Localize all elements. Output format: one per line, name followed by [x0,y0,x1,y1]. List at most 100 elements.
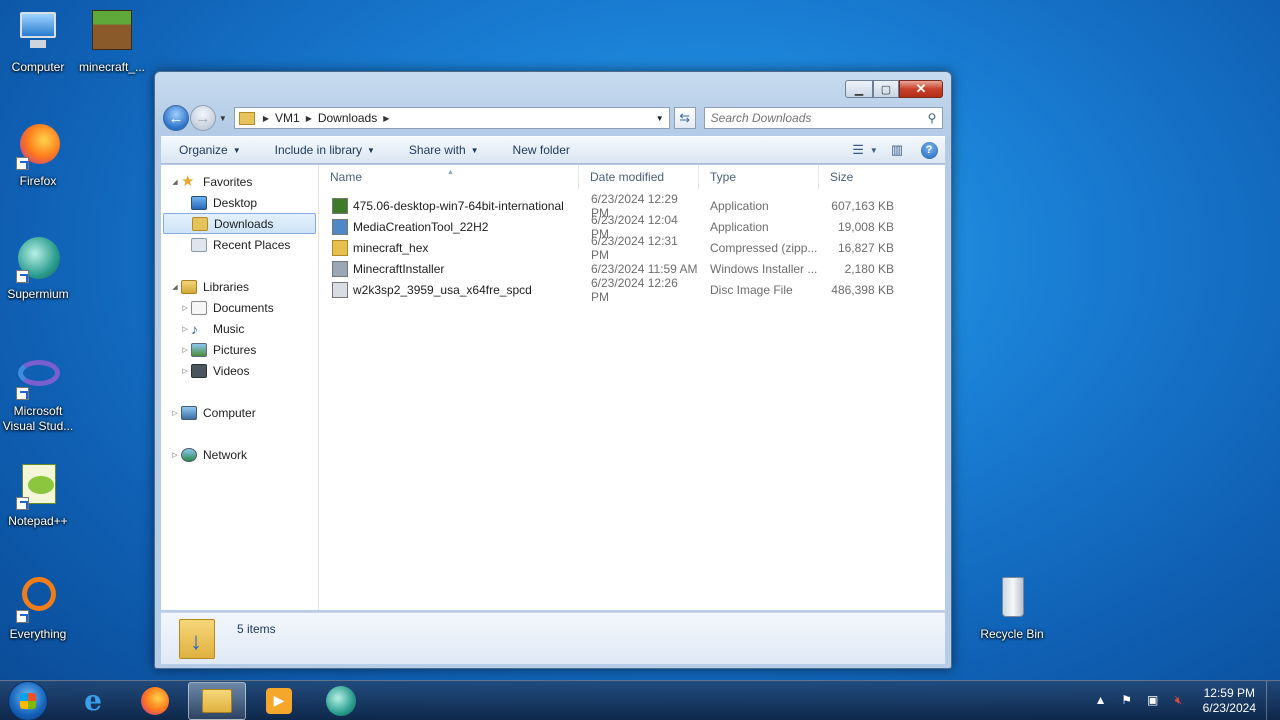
nav-label: Network [203,447,248,462]
clock-date: 6/23/2024 [1202,700,1256,715]
new-folder-button[interactable]: New folder [495,143,586,157]
taskbar-internet-explorer[interactable]: e [64,682,122,720]
nav-downloads[interactable]: Downloads [163,213,316,234]
application-icon [332,218,348,235]
refresh-button[interactable]: ⇆ [673,107,696,129]
expand-arrow-icon[interactable]: ▷ [169,451,181,459]
view-options-icon[interactable]: ☰ ▼ [852,140,878,160]
breadcrumb-vm1[interactable]: VM1 [275,111,300,125]
videos-icon [191,363,207,378]
desktop-icon-recycle-bin[interactable]: Recycle Bin [974,575,1050,642]
start-button[interactable] [8,680,48,720]
file-row[interactable]: w2k3sp2_3959_usa_x64fre_spcd 6/23/2024 1… [319,276,945,304]
taskbar-explorer[interactable] [188,681,246,720]
volume-muted-icon[interactable]: 🔇︎ [1171,693,1187,709]
music-icon: ♪ [191,320,198,337]
collapse-arrow-icon[interactable]: ◢ [169,178,181,186]
pictures-icon [191,342,207,357]
desktop-icon-supermium[interactable]: Supermium [0,235,76,302]
organize-button[interactable]: Organize ▼ [161,143,257,157]
zip-folder-icon [332,239,348,256]
clock[interactable]: 12:59 PM 6/23/2024 [1203,686,1256,716]
everything-icon [14,575,62,623]
desktop-icon-computer[interactable]: Computer [0,8,76,75]
expand-arrow-icon[interactable]: ▷ [179,367,191,375]
firefox-icon [14,122,62,170]
forward-button[interactable]: → [189,105,216,131]
include-in-library-button[interactable]: Include in library ▼ [257,143,391,157]
column-header-size[interactable]: Size [819,165,899,189]
taskbar-supermium[interactable] [312,682,370,720]
desktop-icon-label: Firefox [19,174,57,188]
nav-videos[interactable]: ▷ Videos [161,360,318,381]
recent-pages-dropdown[interactable]: ▼ [216,114,230,123]
desktop-icon-visual-studio[interactable]: Microsoft Visual Stud... [0,352,76,434]
nav-network[interactable]: ▷ Network [161,444,318,465]
forward-arrow-icon: → [195,109,211,127]
address-bar[interactable]: ▶ VM1 ▶ Downloads ▶ ▼ [233,107,670,129]
column-header-type[interactable]: Type [699,164,819,189]
nav-computer[interactable]: ▷ Computer [161,402,318,423]
recycle-bin-icon [988,575,1036,623]
file-row[interactable]: minecraft_hex 6/23/2024 12:31 PM Compres… [319,234,945,262]
network-icon[interactable]: ▣ [1145,693,1161,709]
column-header-date[interactable]: Date modified [579,164,699,189]
nav-label: Pictures [213,342,257,357]
nav-libraries[interactable]: ◢ Libraries [161,276,318,297]
folder-icon [202,688,232,713]
address-dropdown-icon[interactable]: ▼ [651,114,669,123]
back-button[interactable]: ← [163,105,189,131]
file-name: MinecraftInstaller [353,261,445,276]
nav-label: Recent Places [213,237,291,252]
file-type: Compressed (zipp... [710,240,818,255]
share-with-button[interactable]: Share with ▼ [391,143,495,157]
close-button[interactable]: ✕ [899,80,943,98]
search-input[interactable] [710,111,923,125]
shortcut-arrow-icon [16,270,29,283]
maximize-button[interactable]: ▢ [873,80,899,98]
show-hidden-icons-icon[interactable]: ▲ [1093,693,1109,709]
refresh-icon: ⇆ [679,110,691,125]
show-desktop-button[interactable] [1266,680,1280,720]
collapse-arrow-icon[interactable]: ◢ [169,283,181,291]
taskbar-firefox[interactable] [126,682,184,720]
expand-arrow-icon[interactable]: ▷ [179,346,191,354]
nav-desktop[interactable]: Desktop [161,192,318,213]
expand-arrow-icon[interactable]: ▷ [169,409,181,417]
nav-label: Videos [213,363,250,378]
taskbar-media-player[interactable]: ▶ [250,682,308,720]
desktop-icon-label: Microsoft Visual Stud... [2,404,74,433]
breadcrumb-separator-icon[interactable]: ▶ [263,114,269,123]
file-size: 2,180 KB [844,261,894,276]
nav-music[interactable]: ▷ ♪ Music [161,318,318,339]
help-button[interactable]: ? [918,140,940,160]
desktop-icon-minecraft[interactable]: minecraft_... [74,8,150,75]
preview-pane-icon[interactable]: ▥ [886,140,908,160]
firefox-icon [141,686,169,715]
nav-documents[interactable]: ▷ Documents [161,297,318,318]
command-bar: Organize ▼ Include in library ▼ Share with… [161,136,945,164]
search-icon[interactable]: ⚲ [922,111,942,125]
computer-icon [14,8,62,56]
nav-favorites[interactable]: ◢ ★ Favorites [161,171,318,192]
item-count: 5 items [237,622,276,636]
desktop-icon-notepadpp[interactable]: Notepad++ [0,462,76,529]
folder-icon [238,111,255,125]
nav-pictures[interactable]: ▷ Pictures [161,339,318,360]
nav-recent-places[interactable]: Recent Places [161,234,318,255]
file-size: 16,827 KB [837,240,894,255]
expand-arrow-icon[interactable]: ▷ [179,304,191,312]
minimize-button[interactable]: ▁ [845,80,873,98]
breadcrumb-downloads[interactable]: Downloads [318,111,377,125]
expand-arrow-icon[interactable]: ▷ [179,325,191,333]
shortcut-arrow-icon [16,610,29,623]
desktop-icon-everything[interactable]: Everything [0,575,76,642]
taskbar: e ▶ ▲ ⚑ ▣ 🔇︎ 12:59 PM 6/23/2024 [0,680,1280,720]
search-box[interactable]: ⚲ [703,107,944,129]
action-center-flag-icon[interactable]: ⚑ [1119,693,1135,709]
column-header-name[interactable]: Name ▲ [319,164,579,189]
desktop-icon-firefox[interactable]: Firefox [0,122,76,189]
breadcrumb-separator-icon[interactable]: ▶ [306,114,312,123]
file-name: w2k3sp2_3959_usa_x64fre_spcd [353,282,532,297]
breadcrumb-separator-icon[interactable]: ▶ [383,114,389,123]
